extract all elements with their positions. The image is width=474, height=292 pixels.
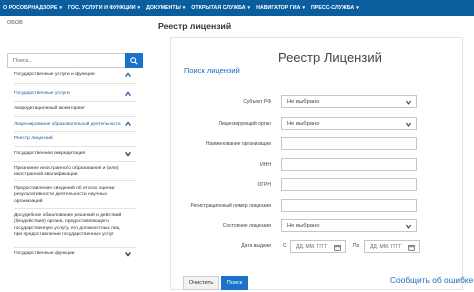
sidebar-item-science-orgs[interactable]: Предоставление сведений об итогах оценки… [14,186,126,205]
chevron-down-icon: ▾ [302,5,305,11]
search-button[interactable] [125,53,143,68]
nav-item-open-service[interactable]: ОТКРЫТАЯ СЛУЖБА ▾ [191,5,250,11]
nav-item-press[interactable]: ПРЕСС-СЛУЖБА ▾ [311,5,359,11]
divider [14,83,136,84]
nav-item-gia-navigator[interactable]: НАВИГАТОР ГИА ▾ [256,5,305,11]
divider [14,116,136,117]
status-label: Состояние лицензии [222,223,271,229]
divider [14,131,136,132]
sidebar-item-state-accreditation[interactable]: Государственная аккредитация [14,151,119,157]
search-icon [130,56,138,65]
chevron-down-icon: ▾ [59,5,62,11]
divider [14,146,136,147]
ogrn-input[interactable] [281,178,417,191]
regnum-input[interactable] [281,199,417,212]
calendar-icon [334,245,341,251]
divider [14,208,136,209]
subject-label: Субъект РФ [243,99,271,105]
chevron-up-icon[interactable] [124,120,132,128]
chevron-up-icon[interactable] [124,71,132,79]
subject-select[interactable]: Не выбрано [281,95,417,108]
sidebar-item-accreditation-monitoring[interactable]: Аккредитационный мониторинг [14,106,124,112]
authority-select[interactable]: Не выбрано [281,117,417,130]
divider [14,180,136,181]
sidebar-item-gov-services-functions[interactable]: Государственные услуги и функции [14,72,119,78]
nav-item-documents[interactable]: ДОКУМЕНТЫ ▾ [146,5,185,11]
chevron-down-icon: ▾ [137,5,141,11]
date-label: Дата выдачи [241,243,271,249]
regnum-label: Регистрационный номер лицензии [190,203,271,209]
sidebar-item-foreign-education[interactable]: Признание иностранного образования и (ил… [14,166,126,179]
date-to-label: По [353,243,360,249]
date-to-input[interactable]: ДД. ММ. ГГГГ [364,240,420,253]
org-input[interactable] [281,137,417,150]
sidebar-item-gov-functions[interactable]: Государственные функции [14,251,119,257]
chevron-down-icon[interactable] [124,250,132,258]
chevron-down-icon: ▾ [356,5,359,11]
chevron-down-icon [405,100,412,105]
divider [14,161,136,162]
panel-subtitle: Поиск лицензий [184,66,240,75]
chevron-down-icon[interactable] [124,150,132,158]
date-from-input[interactable]: ДД. ММ. ГГГГ [290,240,346,253]
divider [14,247,136,248]
chevron-down-icon [405,122,412,127]
breadcrumb[interactable]: ОБОВ [7,20,23,26]
clear-button[interactable]: Очистить [183,276,219,290]
nav-item-services[interactable]: ГОС. УСЛУГИ И ФУНКЦИИ ▾ [68,5,140,11]
chevron-down-icon [405,224,412,229]
chevron-up-icon[interactable] [124,90,132,98]
chevron-down-icon: ▾ [247,5,251,11]
ogrn-label: ОГРН [257,182,271,188]
sidebar-item-license-registry[interactable]: Реестр лицензий [14,136,124,142]
sidebar-item-gov-services[interactable]: Государственные услуги [14,91,119,97]
nav-item-about[interactable]: О РОСОБРНАДЗОРЕ ▾ [3,5,62,11]
divider [14,101,136,102]
chevron-down-icon: ▾ [182,5,186,11]
org-label: Наименование организации [205,141,271,147]
inn-input[interactable] [281,158,417,171]
top-navigation: О РОСОБРНАДЗОРЕ ▾ ГОС. УСЛУГИ И ФУНКЦИИ ▾ … [0,0,474,16]
sidebar-search [7,53,143,68]
page-title: Реестр лицензий [158,21,232,31]
inn-label: ИНН [260,162,271,168]
search-submit-button[interactable]: Поиск [221,276,248,290]
search-input[interactable] [8,54,126,67]
report-error-link[interactable]: Сообщить об ошибке [390,275,473,285]
calendar-icon [408,245,415,251]
sidebar-item-licensing[interactable]: Лицензирование образовательной деятельно… [14,121,132,127]
sidebar-item-appeals[interactable]: Досудебное обжалование решений и действи… [14,213,126,238]
panel-title: Реестр Лицензий [278,50,382,65]
authority-label: Лицензирующий орган [218,121,271,127]
status-select[interactable]: Не выбрано [281,219,417,232]
date-from-label: С [283,243,287,249]
